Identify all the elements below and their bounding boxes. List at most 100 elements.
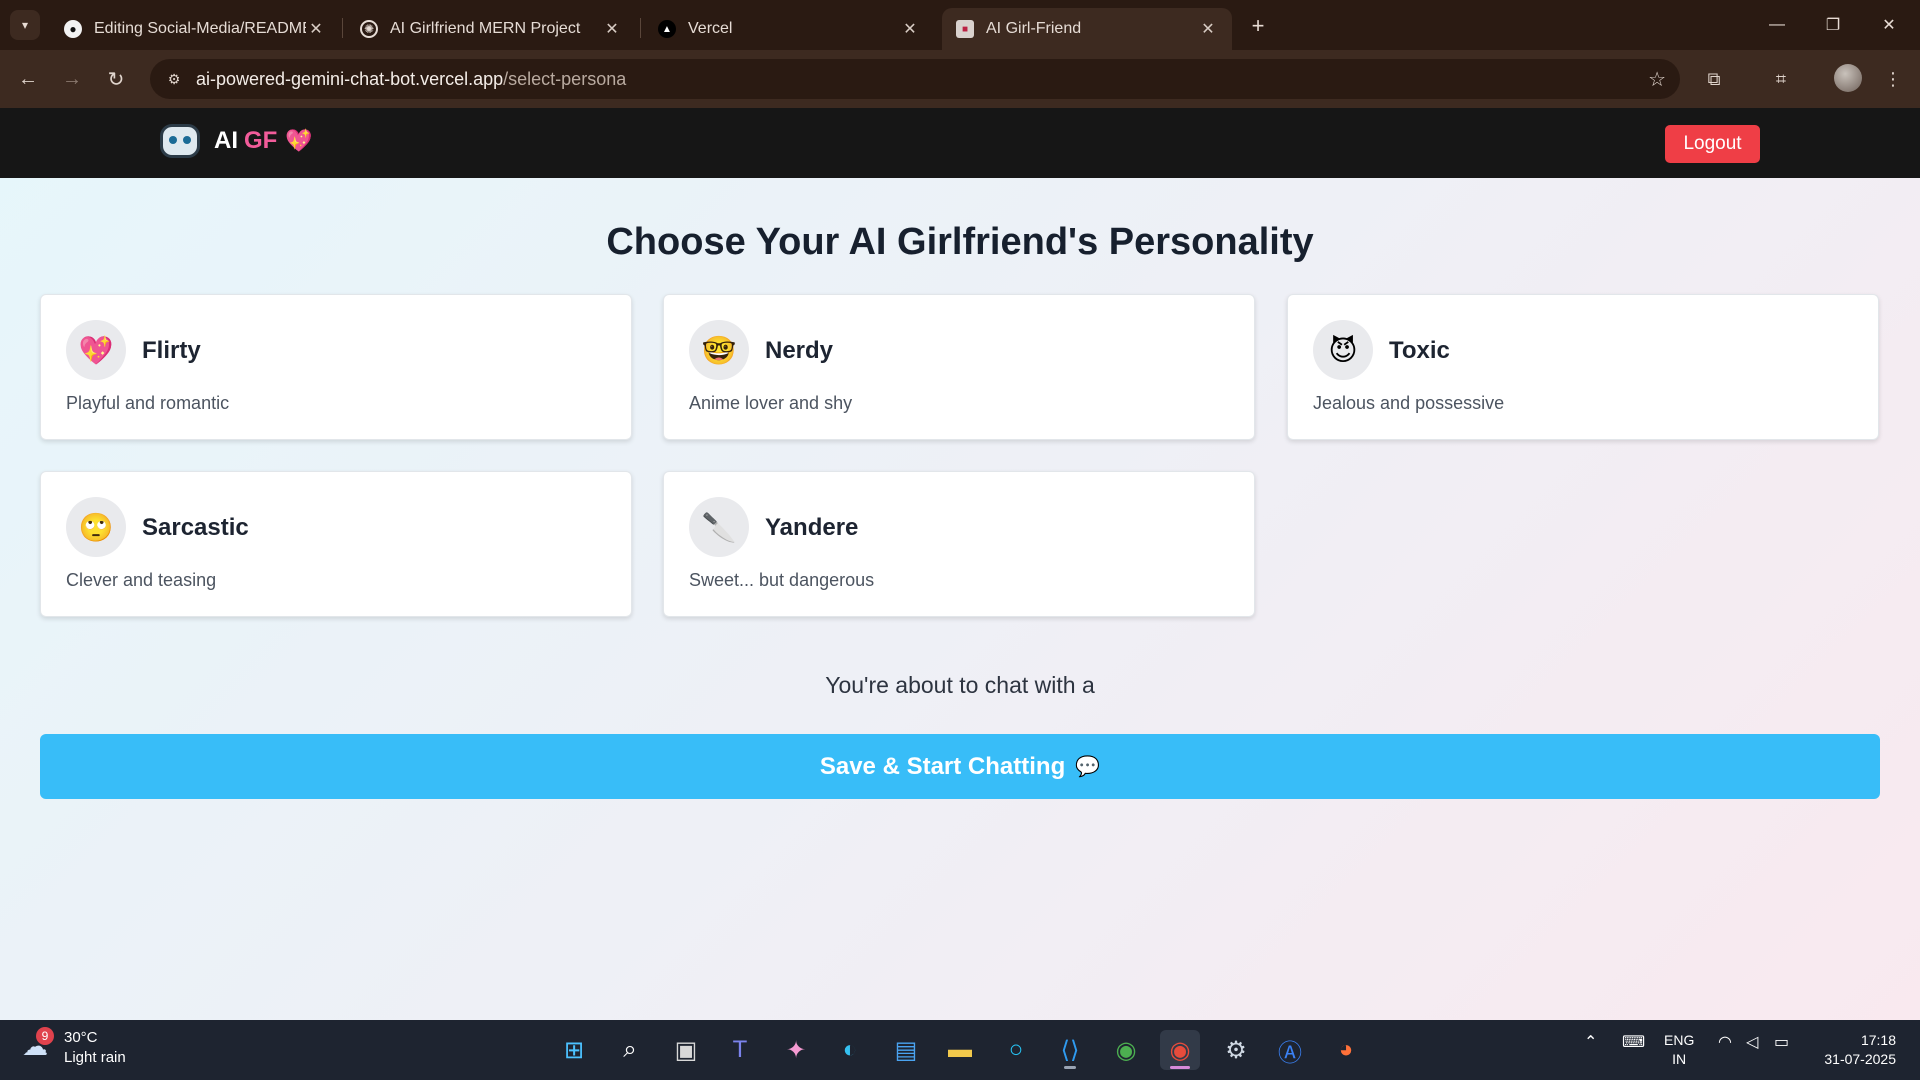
vscode-icon[interactable]: ⟨⟩ [1050, 1030, 1090, 1070]
tab-search-chevron-icon[interactable]: ▾ [10, 10, 40, 40]
show-hidden-icons-chevron-icon[interactable]: ⌃ [1584, 1032, 1597, 1052]
region-code: IN [1672, 1051, 1687, 1067]
notification-badge: 9 [36, 1027, 54, 1045]
firefox-icon[interactable]: ◕ [1326, 1030, 1366, 1070]
tab-vercel[interactable]: ▲ Vercel ✕ [644, 8, 934, 50]
minimize-icon[interactable]: — [1754, 8, 1800, 42]
forward-arrow-icon[interactable]: → [56, 63, 88, 95]
volume-icon[interactable]: ◁ [1746, 1032, 1758, 1052]
persona-description: Sweet... but dangerous [689, 570, 875, 590]
tab-title: AI Girl-Friend [986, 20, 1082, 37]
app-store-icon[interactable]: Ⓐ [1270, 1030, 1310, 1070]
devil-face-icon: 😈 [1313, 320, 1373, 380]
robot-chat-icon [160, 124, 200, 158]
tab-ai-girlfriend[interactable]: ■ AI Girl-Friend ✕ [942, 8, 1232, 50]
tab-divider [640, 18, 641, 38]
chrome-icon[interactable]: ◉ [1160, 1030, 1200, 1070]
cortana-ring-icon[interactable]: ○ [996, 1030, 1036, 1070]
persona-card-yandere[interactable]: 🔪 Yandere Sweet... but dangerous [663, 471, 1255, 617]
persona-card-flirty[interactable]: 💖 Flirty Playful and romantic [40, 294, 632, 440]
windows-start-icon[interactable]: ⊞ [554, 1030, 594, 1070]
language-code: ENG [1664, 1032, 1695, 1048]
save-start-chatting-button[interactable]: Save & Start Chatting 💬 [40, 734, 1880, 799]
persona-card-nerdy[interactable]: 🤓 Nerdy Anime lover and shy [663, 294, 1255, 440]
persona-title: Sarcastic [142, 514, 249, 541]
temperature: 30°C [64, 1029, 98, 1046]
profile-avatar[interactable] [1834, 64, 1862, 92]
site-info-icon[interactable]: ⚙ [154, 71, 194, 88]
wifi-icon[interactable]: ◠ [1718, 1032, 1732, 1052]
task-view-icon[interactable]: ▣ [666, 1030, 706, 1070]
persona-card-sarcastic[interactable]: 🙄 Sarcastic Clever and teasing [40, 471, 632, 617]
persona-description: Clever and teasing [66, 570, 217, 590]
file-explorer-icon[interactable]: ▬ [940, 1030, 980, 1070]
brand-logo-link[interactable]: AI GF 💖 [160, 124, 313, 158]
tab-github[interactable]: ● Editing Social-Media/README.r ✕ [50, 8, 340, 50]
tab-title: Vercel [688, 20, 733, 37]
persona-description: Playful and romantic [66, 393, 230, 413]
url-host: ai-powered-gemini-chat-bot.vercel.app [196, 68, 504, 89]
close-icon[interactable]: ✕ [1198, 19, 1218, 39]
speech-bubble-icon: 💬 [1075, 756, 1101, 778]
tab-title: AI Girlfriend MERN Project [390, 20, 581, 37]
language-indicator[interactable]: ENG IN [1664, 1031, 1694, 1069]
openai-icon: ✺ [360, 20, 378, 38]
tab-title: Editing Social-Media/README.r [94, 20, 306, 37]
persona-card-toxic[interactable]: 😈 Toxic Jealous and possessive [1287, 294, 1879, 440]
nerd-face-icon: 🤓 [689, 320, 749, 380]
vercel-icon: ▲ [658, 20, 676, 38]
window-close-icon[interactable]: ✕ [1866, 8, 1912, 42]
reload-icon[interactable]: ↻ [100, 63, 132, 95]
persona-title: Yandere [765, 514, 859, 541]
screenshot-icon[interactable]: ⌗ [1766, 64, 1796, 94]
knife-icon: 🔪 [689, 497, 749, 557]
persona-title: Toxic [1389, 337, 1450, 364]
weather-widget[interactable]: ☁ 9 30°C Light rain [22, 1027, 126, 1068]
copilot-icon[interactable]: ✦ [776, 1030, 816, 1070]
battery-icon[interactable]: ▭ [1774, 1032, 1789, 1052]
close-icon[interactable]: ✕ [900, 19, 920, 39]
site-navbar: AI GF 💖 Logout [0, 108, 1920, 178]
back-arrow-icon[interactable]: ← [12, 63, 44, 95]
close-icon[interactable]: ✕ [306, 19, 326, 39]
persona-title: Flirty [142, 337, 201, 364]
edge-icon[interactable]: ◐ [830, 1030, 870, 1070]
browser-tab-bar: ▾ ● Editing Social-Media/README.r ✕ ✺ AI… [0, 0, 1920, 50]
persona-description: Anime lover and shy [689, 393, 853, 413]
running-indicator [1064, 1066, 1076, 1069]
rain-cloud-icon: ☁ 9 [22, 1027, 56, 1065]
brand-ai: AI [214, 127, 238, 154]
tab-chatgpt[interactable]: ✺ AI Girlfriend MERN Project ✕ [346, 8, 636, 50]
weather-description: Light rain [64, 1049, 126, 1066]
web-page: AI GF 💖 Logout Choose Your AI Girlfriend… [0, 108, 1920, 1020]
brand-gf: GF [244, 127, 278, 154]
more-menu-icon[interactable]: ⋮ [1878, 64, 1908, 94]
address-bar[interactable]: ⚙ ai-powered-gemini-chat-bot.vercel.app/… [150, 59, 1680, 99]
chrome-profile-icon[interactable]: ◉ [1106, 1030, 1146, 1070]
site-favicon-icon: ■ [956, 20, 974, 38]
clock-date: 31-07-2025 [1824, 1051, 1896, 1067]
persona-description: Jealous and possessive [1313, 393, 1505, 413]
eye-roll-face-icon: 🙄 [66, 497, 126, 557]
system-clock[interactable]: 17:18 31-07-2025 [1810, 1031, 1896, 1069]
logout-button[interactable]: Logout [1665, 125, 1760, 163]
active-indicator [1170, 1066, 1190, 1069]
steam-icon[interactable]: ⚙ [1216, 1030, 1256, 1070]
keyboard-icon[interactable]: ⌨ [1622, 1032, 1645, 1052]
url-text[interactable]: ai-powered-gemini-chat-bot.vercel.app/se… [196, 69, 626, 90]
clock-time: 17:18 [1860, 1032, 1896, 1048]
notepad-icon[interactable]: ▤ [886, 1030, 926, 1070]
taskbar: ☁ 9 30°C Light rain ⊞ ⌕ ▣ T ✦ ◐ ▤ ▬ ○ ⟨⟩… [0, 1020, 1920, 1080]
restore-icon[interactable]: ❐ [1810, 8, 1856, 42]
new-tab-plus-icon[interactable]: + [1244, 12, 1272, 40]
page-title: Choose Your AI Girlfriend's Personality [606, 221, 1314, 263]
github-icon: ● [64, 20, 82, 38]
persona-title: Nerdy [765, 337, 834, 364]
start-button-label: Save & Start Chatting [819, 752, 1066, 780]
teams-icon[interactable]: T [720, 1030, 760, 1070]
bookmark-star-icon[interactable]: ☆ [1648, 67, 1666, 92]
extensions-puzzle-icon[interactable]: ⧉ [1699, 64, 1729, 94]
search-icon[interactable]: ⌕ [610, 1030, 650, 1070]
close-icon[interactable]: ✕ [602, 19, 622, 39]
selection-summary: You're about to chat with a [825, 672, 1095, 698]
